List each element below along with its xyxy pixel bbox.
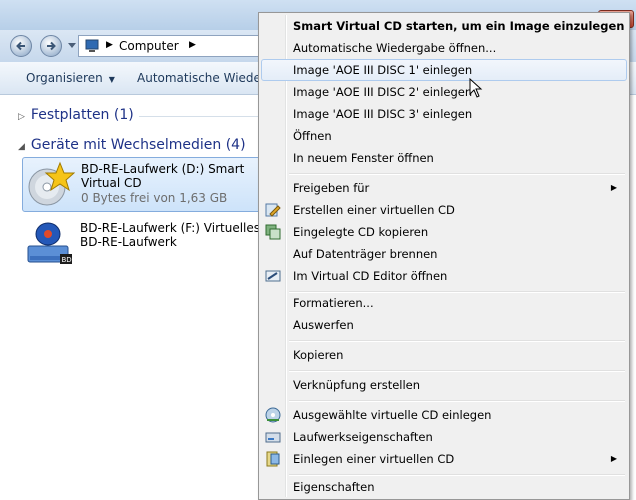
menu-item-copy[interactable]: Kopieren: [261, 344, 627, 366]
menu-item-insert-virtual-cd[interactable]: Einlegen einer virtuellen CD ▶: [261, 448, 627, 470]
menu-item-insert-selected-virtual-cd[interactable]: Ausgewählte virtuelle CD einlegen: [261, 404, 627, 426]
back-arrow-icon: [16, 41, 25, 51]
breadcrumb-separator-icon[interactable]: ▶: [106, 40, 113, 50]
create-virtual-cd-icon: [265, 203, 281, 217]
menu-item-label: Automatische Wiedergabe öffnen...: [293, 41, 497, 55]
insert-virtual-cd-icon: [265, 407, 281, 423]
drive-d-free-space: 0 Bytes frei von 1,63 GB: [81, 191, 228, 205]
menu-item-label: Laufwerkseigenschaften: [293, 430, 433, 444]
drive-f-name: BD-RE-Laufwerk (F:) Virtuelles BD-RE-Lau…: [80, 221, 261, 249]
address-bar[interactable]: ▶ Computer ▶: [78, 35, 268, 57]
menu-item-format[interactable]: Formatieren...: [261, 292, 627, 314]
insert-cd-icon: [266, 451, 280, 467]
group-divider: [139, 116, 259, 117]
menu-item-create-virtual-cd[interactable]: Erstellen einer virtuellen CD: [261, 199, 627, 221]
menu-item-label: Einlegen einer virtuellen CD: [293, 452, 455, 466]
menu-item-insert-disc-3[interactable]: Image 'AOE III DISC 3' einlegen: [261, 103, 627, 125]
submenu-arrow-icon: ▶: [610, 183, 617, 192]
menu-item-label: Freigeben für: [293, 181, 370, 195]
cd-drive-star-icon: [28, 161, 75, 206]
menu-item-label: Öffnen: [293, 129, 332, 143]
menu-item-eject[interactable]: Auswerfen: [261, 314, 627, 336]
forward-arrow-icon: [47, 41, 56, 51]
menu-item-label: Auf Datenträger brennen: [293, 247, 438, 261]
menu-item-label: Erstellen einer virtuellen CD: [293, 203, 455, 217]
menu-item-label: Formatieren...: [293, 296, 374, 310]
menu-item-label: Eigenschaften: [293, 480, 375, 494]
menu-item-insert-disc-2[interactable]: Image 'AOE III DISC 2' einlegen: [261, 81, 627, 103]
menu-item-label: Im Virtual CD Editor öffnen: [293, 269, 448, 283]
menu-item-label: Kopieren: [293, 348, 344, 362]
menu-item-label: Auswerfen: [293, 318, 354, 332]
menu-item-start-smart-virtual-cd[interactable]: Smart Virtual CD starten, um ein Image e…: [261, 15, 627, 37]
chevron-down-icon: ▼: [108, 75, 115, 84]
menu-separator: [289, 370, 625, 372]
back-button[interactable]: [10, 35, 32, 57]
drive-d-name: BD-RE-Laufwerk (D:) Smart Virtual CD: [81, 162, 245, 190]
drive-d-item[interactable]: BD-RE-Laufwerk (D:) Smart Virtual CD 0 B…: [22, 157, 262, 212]
group-label: Geräte mit Wechselmedien (4): [30, 137, 246, 153]
menu-item-open-new-window[interactable]: In neuem Fenster öffnen: [261, 147, 627, 169]
group-header-removable-devices[interactable]: ◢ Geräte mit Wechselmedien (4): [18, 137, 246, 153]
menu-item-label: Eingelegte CD kopieren: [293, 225, 429, 239]
menu-item-label: Image 'AOE III DISC 2' einlegen: [293, 85, 473, 99]
expanded-arrow-icon: ◢: [18, 142, 25, 152]
submenu-arrow-icon: ▶: [610, 454, 617, 463]
menu-item-open[interactable]: Öffnen: [261, 125, 627, 147]
menu-item-share-with[interactable]: Freigeben für ▶: [261, 177, 627, 199]
menu-item-copy-inserted-cd[interactable]: Eingelegte CD kopieren: [261, 221, 627, 243]
mouse-cursor-icon: [469, 78, 483, 98]
organize-button[interactable]: Organisieren ▼: [26, 71, 115, 85]
menu-item-open-in-editor[interactable]: Im Virtual CD Editor öffnen: [261, 265, 627, 287]
menu-item-label: In neuem Fenster öffnen: [293, 151, 434, 165]
cd-editor-icon: [265, 270, 281, 282]
menu-item-create-shortcut[interactable]: Verknüpfung erstellen: [261, 374, 627, 396]
recent-pages-chevron-icon[interactable]: [68, 43, 76, 49]
context-menu: Smart Virtual CD starten, um ein Image e…: [258, 12, 630, 500]
group-header-hard-disks[interactable]: ▷ Festplatten (1): [18, 107, 134, 123]
collapsed-arrow-icon: ▷: [18, 112, 25, 122]
autoplay-label: Automatische Wiedergabe: [137, 71, 258, 85]
group-label: Festplatten (1): [30, 107, 134, 123]
menu-separator: [289, 173, 625, 175]
computer-icon: [85, 39, 99, 52]
drive-properties-icon: [265, 432, 281, 443]
menu-item-insert-disc-1[interactable]: Image 'AOE III DISC 1' einlegen: [261, 59, 627, 81]
menu-item-open-autoplay[interactable]: Automatische Wiedergabe öffnen...: [261, 37, 627, 59]
breadcrumb-separator-icon[interactable]: ▶: [189, 40, 196, 50]
menu-item-burn-to-disc[interactable]: Auf Datenträger brennen: [261, 243, 627, 265]
copy-cd-icon: [265, 224, 281, 240]
menu-item-label: Image 'AOE III DISC 1' einlegen: [293, 63, 473, 77]
menu-item-label: Verknüpfung erstellen: [293, 378, 421, 392]
menu-item-label: Image 'AOE III DISC 3' einlegen: [293, 107, 473, 121]
menu-item-label: Smart Virtual CD starten, um ein Image e…: [293, 19, 625, 33]
svg-text:BD: BD: [62, 256, 72, 264]
breadcrumb-computer[interactable]: Computer: [119, 39, 179, 53]
menu-item-properties[interactable]: Eigenschaften: [261, 476, 627, 498]
organize-label: Organisieren: [26, 71, 103, 85]
menu-separator: [289, 400, 625, 402]
virtual-bd-drive-icon: BD: [27, 222, 72, 264]
menu-item-label: Ausgewählte virtuelle CD einlegen: [293, 408, 492, 422]
forward-button[interactable]: [40, 35, 62, 57]
drive-f-item[interactable]: BD BD-RE-Laufwerk (F:) Virtuelles BD-RE-…: [22, 217, 262, 272]
menu-item-drive-properties[interactable]: Laufwerkseigenschaften: [261, 426, 627, 448]
menu-separator: [289, 340, 625, 342]
autoplay-button[interactable]: Automatische Wiedergabe: [137, 71, 258, 85]
